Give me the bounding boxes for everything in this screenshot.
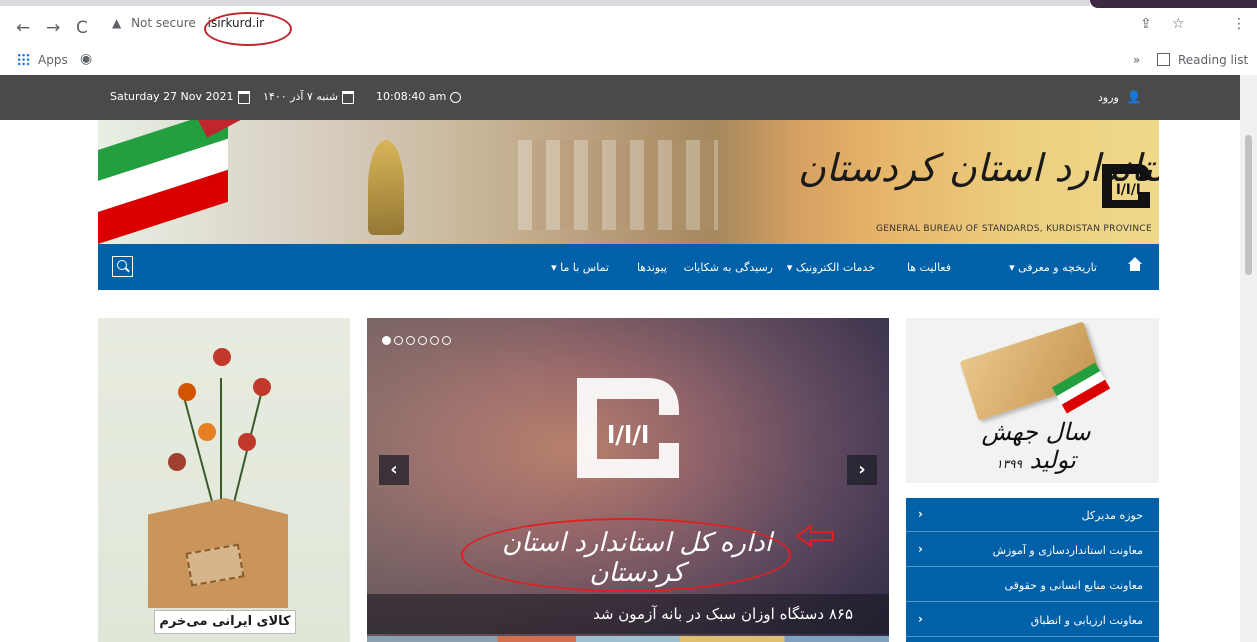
trophy-image (368, 140, 404, 235)
slider-dot[interactable] (382, 336, 391, 345)
nav-contact[interactable]: تماس با ما ▾ (551, 261, 609, 274)
left-poster[interactable]: کالای ایرانی می‌خرم (98, 318, 350, 642)
home-icon[interactable] (1128, 257, 1142, 271)
bookmarks-bar: Apps ◉ » Reading list (0, 50, 1257, 72)
slider-thumbnails[interactable] (367, 636, 889, 642)
side-menu-item[interactable]: معاونت ارزیابی و انطباق ‹ (906, 603, 1159, 637)
standard-logo-icon: ا/ا/ا (1102, 164, 1150, 208)
page-scrollbar[interactable] (1240, 75, 1257, 642)
reading-list-icon[interactable] (1157, 53, 1170, 66)
annotation-arrow-icon (795, 524, 834, 548)
slider-dot[interactable] (418, 336, 427, 345)
login-link[interactable]: ورود 👤 (1098, 90, 1142, 104)
slider-dot[interactable] (394, 336, 403, 345)
user-icon: 👤 (1126, 90, 1142, 104)
header-banner: اداره کل استاندارد استان کردستان ا/ا/ا G… (98, 120, 1159, 244)
search-button[interactable] (112, 256, 133, 277)
nav-activities[interactable]: فعالیت ها (907, 261, 951, 274)
reload-icon[interactable]: C (76, 18, 88, 38)
slider-dots (382, 330, 454, 349)
reading-list-button[interactable]: Reading list (1178, 53, 1248, 67)
main-navigation: تاریخچه و معرفی ▾ فعالیت ها خدمات الکترو… (98, 244, 1159, 290)
forward-icon[interactable]: → (46, 18, 60, 38)
svg-text:ا/ا/ا: ا/ا/ا (607, 421, 649, 449)
nav-e-services[interactable]: خدمات الکترونیک ▾ (787, 261, 875, 274)
side-menu-item[interactable]: معاونت استانداردسازی و آموزش ‹ (906, 533, 1159, 567)
chevron-left-icon: ‹ (918, 542, 923, 556)
window-frame (1090, 0, 1257, 8)
right-poster-text: سال جهش تولید ۱۳۹۹ (981, 418, 1091, 474)
apps-grid-icon[interactable] (17, 53, 30, 66)
slider-prev-button[interactable]: ‹ (379, 455, 409, 485)
site-top-bar: Saturday 27 Nov 2021 شنبه ۷ آذر ۱۴۰۰ 10:… (0, 75, 1240, 120)
clock-time: 10:08:40 am (376, 90, 462, 103)
browser-toolbar: ← → C ▲ Not secure isirkurd.ir ⇪ ☆ ⋮ (0, 0, 1257, 50)
nav-complaints[interactable]: رسیدگی به شکایات (684, 261, 773, 274)
left-poster-caption: کالای ایرانی می‌خرم (154, 610, 296, 634)
calendar-icon (342, 90, 355, 104)
url-annotation-circle (204, 12, 292, 46)
side-menu: حوزه مدیرکل ‹ معاونت استانداردسازی و آموز… (906, 498, 1159, 642)
clock-icon (450, 91, 462, 103)
slider-dot[interactable] (430, 336, 439, 345)
back-icon[interactable]: ← (16, 18, 30, 38)
iran-flag-image (98, 120, 228, 244)
svg-text:ا/ا/ا: ا/ا/ا (1116, 182, 1141, 198)
flowers-image (158, 338, 288, 508)
slide-caption[interactable]: ۸۶۵ دستگاه اوزان سبک در بانه آزمون شد (367, 594, 889, 634)
slider-dot[interactable] (442, 336, 451, 345)
globe-icon[interactable]: ◉ (80, 51, 92, 67)
cardboard-box-image (148, 498, 288, 608)
nav-history[interactable]: تاریخچه و معرفی ▾ (1009, 261, 1097, 274)
side-menu-item[interactable]: حوزه مدیرکل ‹ (906, 498, 1159, 532)
side-menu-item[interactable]: معاونت منابع انسانی و حقوقی (906, 568, 1159, 602)
nav-links[interactable]: پیوندها (637, 261, 667, 274)
menu-kebab-icon[interactable]: ⋮ (1232, 16, 1246, 32)
chevron-left-icon: ‹ (918, 612, 923, 626)
tab-strip (0, 0, 1090, 6)
title-annotation-oval (461, 518, 791, 592)
security-label: Not secure (131, 16, 196, 30)
standard-logo-icon: ا/ا/ا (577, 378, 679, 478)
star-icon[interactable]: ☆ (1172, 16, 1185, 32)
warning-icon: ▲ (112, 16, 122, 30)
share-icon[interactable]: ⇪ (1140, 16, 1152, 32)
date-english: Saturday 27 Nov 2021 (110, 90, 254, 104)
date-persian: شنبه ۷ آذر ۱۴۰۰ (263, 90, 358, 104)
news-slider[interactable]: ا/ا/ا ‹ › اداره کل استاندارد استان کردست… (367, 318, 889, 642)
slider-next-button[interactable]: › (847, 455, 877, 485)
calendar-icon (237, 90, 250, 104)
bookmarks-overflow[interactable]: » (1133, 53, 1140, 67)
banner-subtitle: GENERAL BUREAU OF STANDARDS, KURDISTAN P… (876, 224, 1152, 234)
slider-dot[interactable] (406, 336, 415, 345)
right-poster[interactable]: سال جهش تولید ۱۳۹۹ (906, 318, 1159, 483)
apps-bookmark[interactable]: Apps (38, 53, 68, 67)
scrollbar-thumb[interactable] (1245, 135, 1252, 275)
products-collage (518, 140, 718, 230)
chevron-left-icon: ‹ (918, 507, 923, 521)
